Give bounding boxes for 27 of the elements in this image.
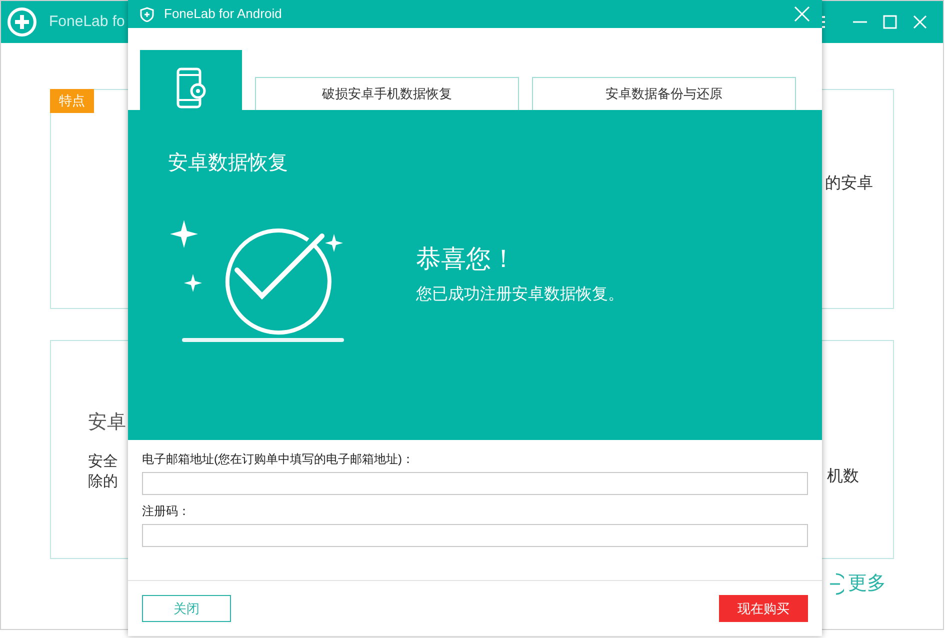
field-label: 注册码： <box>142 503 191 520</box>
close-button[interactable]: 关闭 <box>142 595 231 622</box>
close-icon[interactable] <box>794 6 810 22</box>
app-title: FoneLab fo <box>49 12 125 32</box>
card-text: 安全 <box>88 452 119 472</box>
input-field[interactable] <box>142 472 808 495</box>
tab[interactable]: 安卓数据备份与还原 <box>532 77 796 110</box>
circle-minus-icon <box>828 573 844 596</box>
message-title: 恭喜您！ <box>416 245 517 275</box>
plus-logo-icon <box>7 7 37 37</box>
card-text: 机数 <box>827 467 859 487</box>
maximize-icon[interactable] <box>883 15 897 29</box>
panel-heading: 安卓数据恢复 <box>168 151 289 176</box>
feature-badge: 特点 <box>50 89 94 112</box>
more-link[interactable]: 更多 <box>828 570 886 598</box>
close-icon[interactable] <box>913 15 927 29</box>
tab[interactable] <box>140 50 242 110</box>
card-text: 除的 <box>88 472 119 492</box>
card-title: 安卓 <box>88 411 126 435</box>
tab[interactable]: 破损安卓手机数据恢复 <box>255 77 519 110</box>
shield-plus-icon <box>140 6 154 22</box>
dialog-title: FoneLab for Android <box>164 5 282 24</box>
input-field[interactable] <box>142 524 808 547</box>
message-text: 您已成功注册安卓数据恢复。 <box>416 284 624 305</box>
field-label: 电子邮箱地址(您在订购单中填写的电子邮箱地址)： <box>142 451 415 468</box>
buy-button[interactable]: 现在购买 <box>719 595 808 622</box>
card-text: 的安卓 <box>825 174 873 194</box>
